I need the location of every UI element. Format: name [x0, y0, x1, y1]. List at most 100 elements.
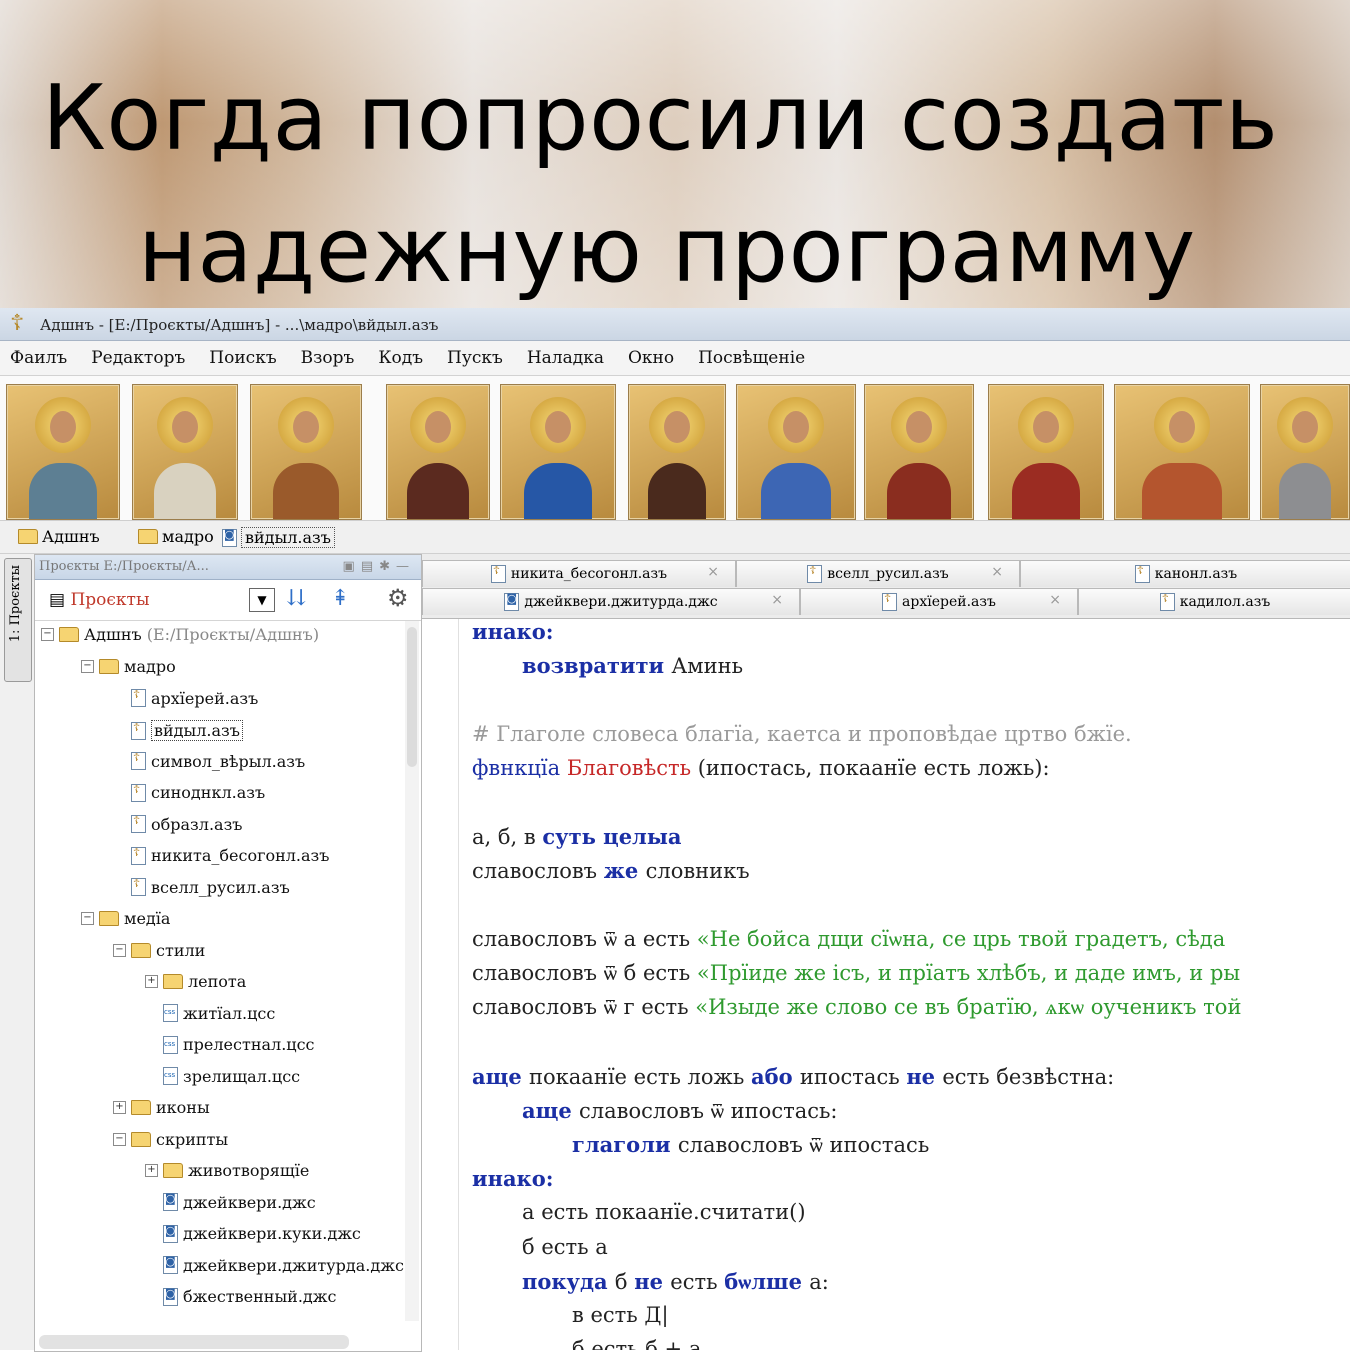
christ-pantocrator-icon[interactable] [628, 384, 726, 520]
tree-item[interactable]: джейквери.джитурда.джс [145, 1255, 404, 1275]
collapse-all-icon[interactable]: ⇞ [331, 586, 349, 611]
tree-item[interactable]: житїал.цсс [145, 1004, 275, 1023]
menu-consecration[interactable]: Посвѣщеніе [686, 341, 817, 375]
tab-file-4[interactable]: джейквери.джитурда.джс× [422, 588, 800, 615]
js-file-icon [163, 1192, 178, 1211]
tree-root[interactable]: − Адшнъ (Е:/Проєкты/Адшнъ) [41, 625, 319, 644]
menu-code[interactable]: Кодъ [366, 341, 435, 375]
expand-icon[interactable]: + [145, 975, 158, 988]
tree-item[interactable]: вселл_русил.азъ [113, 877, 290, 897]
chevron-down-icon[interactable]: ▼ [249, 588, 275, 612]
tree-item[interactable]: + иконы [113, 1098, 210, 1117]
orthodox-cross-icon: ☦ [10, 311, 25, 336]
collapse-icon[interactable]: − [41, 628, 54, 641]
tree-item[interactable]: никита_бесогонл.азъ [113, 846, 329, 865]
code-area[interactable]: инако: возвратити Аминь # Глаголе словеса … [422, 619, 1350, 1350]
theotokos-with-child-icon[interactable] [736, 384, 856, 520]
expand-icon[interactable]: + [145, 1164, 158, 1177]
code-token: Благовѣсть [566, 755, 698, 780]
code-line: глаголи славословъ ѿ ипостась [572, 1132, 929, 1158]
code-line: инако: [472, 619, 553, 644]
tree-item[interactable]: прелестнал.цсс [145, 1035, 314, 1054]
code-token: славословъ ѿ г есть [472, 995, 696, 1020]
tree-item[interactable]: вйдыл.азъ [113, 720, 243, 741]
tree-item[interactable]: − медїа [81, 909, 170, 928]
code-token: в есть Д| [572, 1303, 669, 1327]
breadcrumb-file[interactable]: вйдыл.азъ [222, 527, 335, 548]
tree-horizontal-scrollbar[interactable] [39, 1335, 349, 1349]
tab-file-5[interactable]: архїерей.азъ× [800, 588, 1078, 615]
code-line: фвнкцїа Благовѣсть (ипостась, покаанїе е… [472, 756, 1050, 780]
tab-file-3[interactable]: канонл.азъ [1020, 560, 1350, 587]
tree-item[interactable]: архїерей.азъ [113, 688, 259, 708]
collapse-icon[interactable]: − [113, 943, 126, 957]
code-line: аще покаанїе есть ложь або ипостась не е… [472, 1064, 1114, 1089]
tab-file-2[interactable]: вселл_русил.азъ× [736, 560, 1020, 587]
tab-file-1[interactable]: никита_бесогонл.азъ× [422, 560, 736, 587]
close-icon[interactable]: × [707, 564, 719, 580]
scroll-from-source-icon[interactable]: ⇊ [287, 586, 305, 611]
tree-item[interactable]: − скрипты [113, 1130, 228, 1149]
tree-item-label: прелестнал.цсс [183, 1035, 315, 1054]
tree-item-label: архїерей.азъ [151, 688, 259, 708]
close-icon[interactable]: × [991, 564, 1003, 580]
close-icon[interactable]: × [1049, 592, 1061, 608]
meme-caption-line-1: Когда попросили создать [42, 66, 1279, 171]
face [425, 411, 451, 443]
code-line: славословъ ѿ б есть «Прїиде же ісъ, и пр… [472, 961, 1240, 986]
side-tab-projects[interactable]: 1: Проєкты [4, 558, 32, 682]
code-token: або [750, 1063, 800, 1089]
trinity-icon[interactable] [6, 384, 120, 520]
file-icon [131, 814, 146, 833]
tree-item[interactable]: джейквери.куки.джс [145, 1224, 361, 1243]
christ-with-book-icon[interactable] [864, 384, 974, 520]
theotokos-red-icon[interactable] [988, 384, 1104, 520]
panel-header-buttons[interactable]: ▣▤✱— [343, 555, 415, 579]
tree-item[interactable]: + лепота [145, 972, 246, 991]
tree-item[interactable]: символ_вѣрыл.азъ [113, 751, 305, 771]
menu-debug[interactable]: Наладка [515, 341, 616, 375]
face [293, 411, 319, 443]
file-icon [882, 592, 898, 611]
expand-icon[interactable]: + [113, 1101, 126, 1114]
tab-file-6[interactable]: кадилол.азъ [1078, 588, 1350, 615]
close-icon[interactable]: × [771, 592, 783, 608]
menu-view[interactable]: Взоръ [289, 341, 367, 375]
code-token: (ипостась, покаанїе есть ложь): [697, 755, 1050, 780]
tree-item-label: образл.азъ [151, 814, 243, 834]
theotokos-hodegetria-icon[interactable] [386, 384, 490, 520]
breadcrumb-project[interactable]: Адшнъ [18, 527, 100, 546]
tree-item[interactable]: джейквери.джс [145, 1192, 316, 1212]
tree-item[interactable]: образл.азъ [113, 814, 243, 834]
menu-editor[interactable]: Редакторъ [79, 341, 197, 375]
robe [29, 463, 97, 519]
collapse-icon[interactable]: − [81, 660, 94, 673]
menu-file[interactable]: Фаилъ [0, 341, 79, 375]
tree-item[interactable]: + животворящїе [145, 1161, 309, 1180]
robe [648, 463, 706, 519]
savior-not-made-by-hands-icon[interactable] [132, 384, 238, 520]
tree-item[interactable]: − стили [113, 941, 205, 960]
folder-icon [18, 529, 38, 544]
theotokos-blue-icon[interactable] [500, 384, 616, 520]
tree-item[interactable]: − мадро [81, 657, 176, 676]
menu-search[interactable]: Поискъ [197, 341, 288, 375]
code-line: инако: [472, 1166, 553, 1191]
tree-item[interactable]: зрелищал.цсс [145, 1067, 300, 1086]
tree-vertical-scrollbar[interactable] [405, 621, 419, 1321]
savior-icon[interactable] [250, 384, 362, 520]
menu-run[interactable]: Пускъ [435, 341, 515, 375]
collapse-icon[interactable]: − [113, 1132, 126, 1146]
code-token: фвнкцїа [472, 755, 567, 780]
tree-item[interactable]: бжественный.джс [145, 1287, 336, 1306]
tree-item-label: иконы [156, 1098, 210, 1117]
collapse-icon[interactable]: − [81, 912, 94, 925]
menu-window[interactable]: Окно [616, 341, 686, 375]
tree-item[interactable]: синоднкл.азъ [113, 783, 265, 802]
gear-icon[interactable]: ⚙ [387, 584, 409, 612]
silver-riza-christ-icon[interactable] [1260, 384, 1350, 520]
project-panel: Проєкты Е:/Проєкты/А... ▣▤✱— ▤ Проєкты ▼… [34, 554, 422, 1352]
breadcrumb-folder[interactable]: мадро [138, 527, 214, 546]
christ-enthroned-icon[interactable] [1114, 384, 1250, 520]
code-token: «Изыде же слово се въ братїю, ѧкѡ оучени… [695, 995, 1242, 1020]
